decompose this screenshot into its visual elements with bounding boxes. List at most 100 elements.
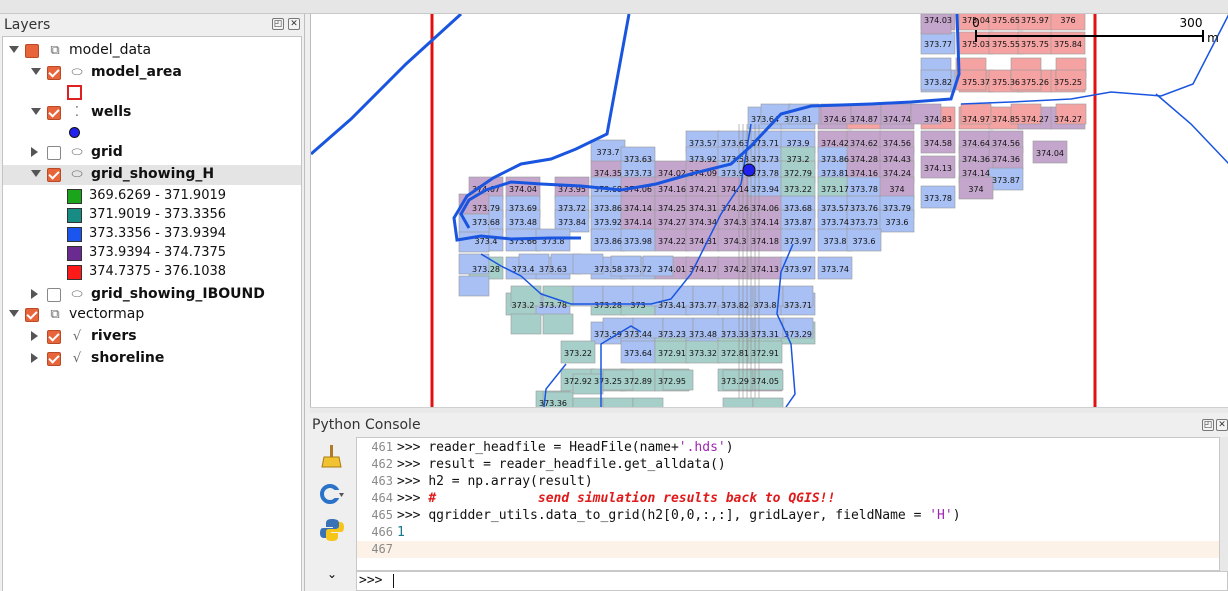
cell-value-label: 373.7 — [597, 148, 620, 157]
cell-value-label: 374.36 — [962, 155, 990, 164]
text-caret — [393, 573, 395, 588]
clear-console-icon[interactable] — [318, 443, 346, 469]
code-prompt: >>> — [397, 440, 429, 455]
cell-value-label: 373.41 — [658, 301, 686, 310]
cell-value-label: 372.81 — [721, 349, 749, 358]
layer-row-grid[interactable]: ⬭ grid — [3, 143, 301, 163]
layer-row-grid-showing-IBOUND[interactable]: ⬭ grid_showing_IBOUND — [3, 285, 301, 305]
close-console-icon[interactable]: ✕ — [1216, 419, 1228, 431]
cell-value-label: 372.91 — [658, 349, 686, 358]
cell-value-label: 373.68 — [784, 204, 812, 213]
expand-arrow-icon[interactable] — [31, 147, 38, 157]
float-panel-icon[interactable]: ◰ — [272, 18, 284, 30]
console-line: 464 >>> # send simulation results back to… — [357, 490, 1219, 507]
collapse-arrow-icon[interactable] — [31, 170, 41, 177]
layer-row-grid-showing-H[interactable]: ⬭ grid_showing_H — [3, 165, 301, 185]
shoreline-line — [1155, 93, 1228, 165]
collapse-arrow-icon[interactable] — [31, 68, 41, 75]
console-output[interactable]: 461 >>> reader_headfile = HeadFile(name+'… — [356, 437, 1220, 571]
cell-value-label: 373.73 — [624, 169, 652, 178]
code-a: reader_headfile = HeadFile(name+ — [428, 440, 679, 455]
cell-value-label: 373.31 — [751, 330, 779, 339]
legend-label: 373.3356 - 373.9394 — [89, 226, 227, 241]
layer-row-wells[interactable]: ⁚ wells — [3, 103, 301, 123]
cell-value-label: 374.31 — [689, 204, 717, 213]
code-text: >>> result = reader_headfile.get_alldata… — [397, 456, 726, 473]
cell-value-label: 373.92 — [594, 218, 622, 227]
cell-value-label: 373.57 — [821, 204, 849, 213]
cell-value-label: 375.55 — [992, 40, 1020, 49]
collapse-arrow-icon[interactable] — [31, 108, 41, 115]
cell-value-label: 373.86 — [594, 237, 622, 246]
code-prompt: >>> — [397, 457, 429, 472]
cell-value-label: 374.3 — [724, 218, 747, 227]
layer-name: grid_showing_IBOUND — [91, 286, 265, 302]
layer-visibility-checkbox[interactable] — [47, 146, 61, 160]
layer-row-shoreline[interactable]: √ shoreline — [3, 349, 301, 369]
collapse-arrow-icon[interactable] — [9, 46, 19, 53]
import-class-icon[interactable] — [318, 481, 346, 507]
layer-visibility-checkbox[interactable] — [47, 168, 61, 182]
cell-value-label: 373.9 — [787, 139, 810, 148]
cell-value-label: 373.8 — [824, 237, 847, 246]
point-layer-icon: ⁚ — [74, 105, 80, 120]
cell-value-label: 374.3 — [724, 237, 747, 246]
model-area-symbol-row — [3, 83, 301, 103]
cell-value-label: 372.92 — [564, 377, 592, 386]
cell-value-label: 373.87 — [992, 176, 1020, 185]
layer-row-rivers[interactable]: √ rivers — [3, 327, 301, 347]
cell-value-label: 373.25 — [594, 377, 622, 386]
line-layer-icon: √ — [72, 351, 82, 366]
layers-panel-title: Layers — [4, 17, 51, 33]
legend-label: 374.7375 - 376.1038 — [89, 264, 227, 279]
float-console-icon[interactable]: ◰ — [1202, 419, 1214, 431]
layer-visibility-checkbox[interactable] — [47, 106, 61, 120]
expand-arrow-icon[interactable] — [31, 353, 38, 363]
expand-arrow-icon[interactable] — [31, 331, 38, 341]
layer-row-model-area[interactable]: ⬭ model_area — [3, 63, 301, 83]
cell-value-label: 373 — [630, 301, 645, 310]
cell-value-label: 373.63 — [721, 139, 749, 148]
cell-value-label: 373.74 — [821, 218, 849, 227]
cell-value-label: 374.22 — [658, 237, 686, 246]
cell-value-label: 374.87 — [850, 115, 878, 124]
layer-visibility-checkbox[interactable] — [25, 44, 39, 58]
console-input[interactable]: >>> — [356, 571, 1228, 591]
layer-row-vectormap[interactable]: ⧉ vectormap — [3, 305, 301, 325]
layer-visibility-checkbox[interactable] — [25, 308, 39, 322]
close-panel-icon[interactable]: ✕ — [288, 18, 300, 30]
polygon-layer-icon: ⬭ — [71, 65, 83, 80]
cell-value-label: 373.6 — [853, 237, 876, 246]
cell-value-label: 373.17 — [821, 185, 849, 194]
cell-value-label: 373.36 — [539, 399, 567, 407]
console-line: 466 1 — [357, 524, 1219, 541]
main-toolbar — [0, 0, 1228, 14]
map-canvas[interactable]: 374.03 375.04 375.65 375.97 376 373.77 375.03 3… — [310, 14, 1228, 407]
line-number: 465 — [371, 508, 393, 522]
layer-name: model_area — [91, 64, 182, 80]
grid-cell — [572, 397, 604, 407]
expand-arrow-icon[interactable] — [31, 289, 38, 299]
cell-value-label: 373.2 — [512, 301, 535, 310]
layers-tree[interactable]: ⧉ model_data ⬭ model_area ⁚ wells ⬭ grid ⬭ grid_s… — [2, 36, 302, 591]
cell-value-label: 374.06 — [751, 204, 779, 213]
collapse-arrow-icon[interactable] — [9, 310, 19, 317]
cell-value-label: 375.25 — [1054, 78, 1082, 87]
layer-visibility-checkbox[interactable] — [47, 288, 61, 302]
cell-value-label: 374.56 — [883, 139, 911, 148]
layer-visibility-checkbox[interactable] — [47, 330, 61, 344]
expand-toolbar-icon[interactable]: ⌄ — [318, 561, 346, 587]
layer-name: wells — [91, 104, 132, 120]
cell-value-label: 374.16 — [658, 185, 686, 194]
console-scrollbar[interactable] — [1220, 437, 1228, 571]
layer-visibility-checkbox[interactable] — [47, 352, 61, 366]
cell-value-label: 374.05 — [751, 377, 779, 386]
python-editor-icon[interactable] — [318, 517, 346, 543]
layer-visibility-checkbox[interactable] — [47, 66, 61, 80]
layer-row-model-data[interactable]: ⧉ model_data — [3, 41, 301, 61]
river-line — [311, 14, 463, 156]
cell-value-label: 374.27 — [1021, 115, 1049, 124]
cell-value-label: 373.29 — [721, 377, 749, 386]
grid-cell — [458, 275, 490, 297]
code-text: >>> qgridder_utils.data_to_grid(h2[0,0,:… — [397, 507, 961, 524]
